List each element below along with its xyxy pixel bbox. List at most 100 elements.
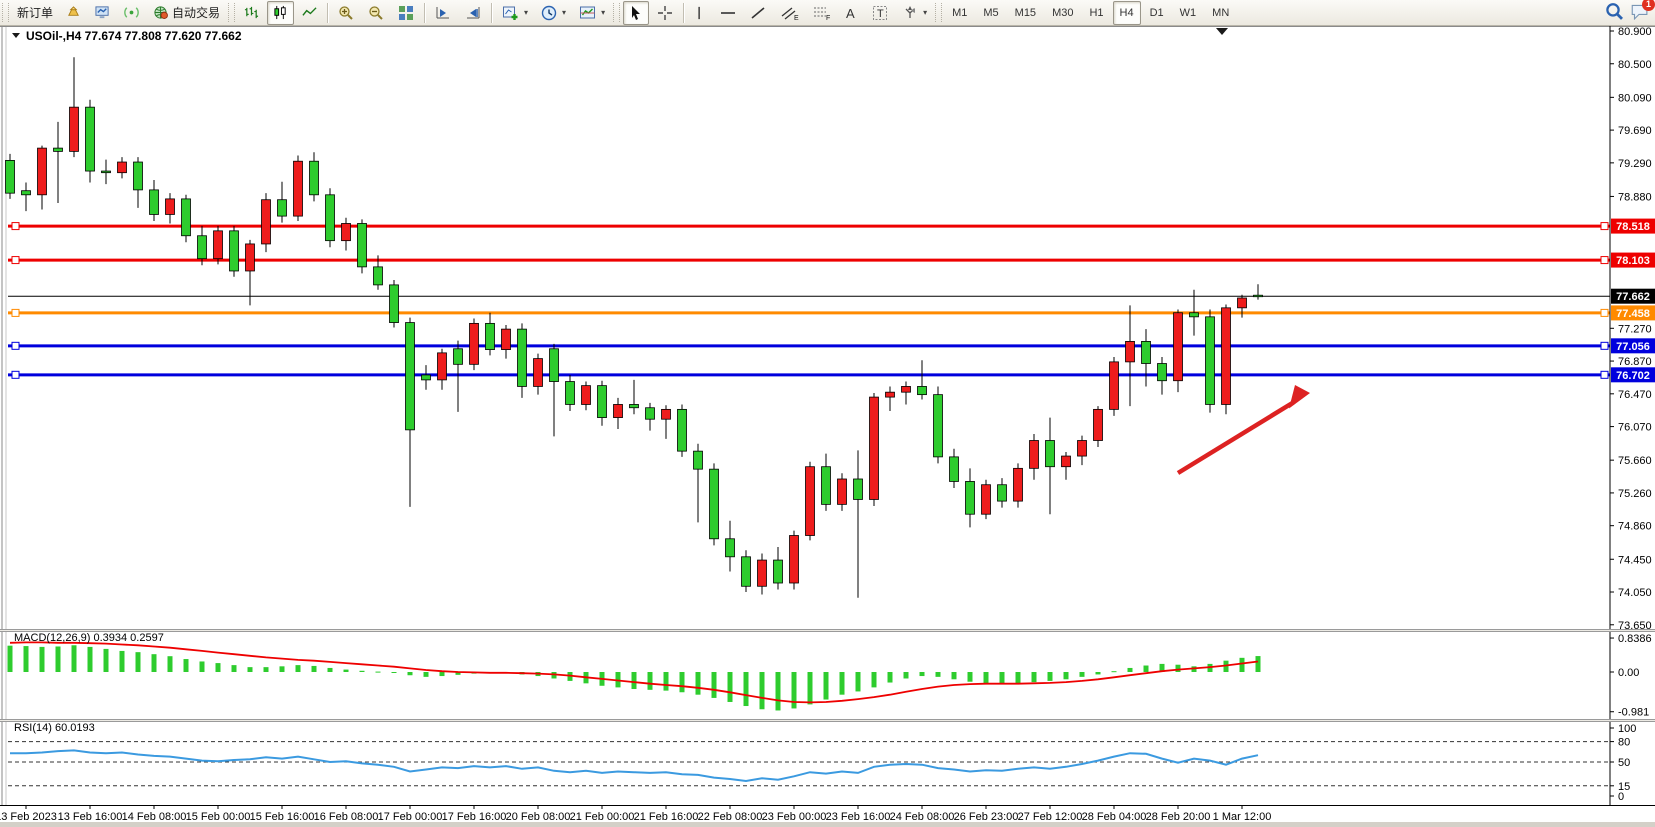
terminal-icon[interactable]: [89, 1, 116, 25]
macd-histogram-bar: [104, 649, 109, 672]
macd-histogram-bar: [1080, 672, 1085, 677]
line-chart-icon[interactable]: [296, 1, 323, 25]
time-tick-label: 21 Feb 00:00: [570, 811, 635, 823]
hline-anchor[interactable]: [1601, 309, 1608, 316]
svg-text:T: T: [877, 8, 884, 20]
candle-body: [166, 199, 175, 215]
candle-body: [662, 409, 671, 419]
hline-anchor[interactable]: [1601, 371, 1608, 378]
auto-trade-label: 自动交易: [172, 4, 220, 21]
fibonacci-icon[interactable]: F: [806, 1, 836, 25]
notification-badge: 1: [1642, 0, 1655, 11]
new-chart-icon[interactable]: ▾: [496, 1, 533, 25]
auto-trade-button[interactable]: 自动交易: [147, 1, 225, 25]
text-icon[interactable]: A: [838, 1, 864, 25]
macd-histogram-bar: [888, 672, 893, 683]
candle-body: [614, 404, 623, 417]
macd-histogram-bar: [728, 672, 733, 702]
macd-histogram-bar: [360, 671, 365, 672]
hline-anchor[interactable]: [12, 371, 19, 378]
channel-icon[interactable]: E: [774, 1, 804, 25]
candle-body: [390, 285, 399, 323]
macd-histogram-bar: [808, 672, 813, 704]
label-icon[interactable]: T: [866, 1, 894, 25]
macd-histogram-bar: [840, 672, 845, 695]
hline-anchor[interactable]: [1601, 223, 1608, 230]
price-tick-label: 76.470: [1618, 389, 1652, 401]
hline-anchor[interactable]: [12, 257, 19, 264]
timeframe-button-h4[interactable]: H4: [1113, 1, 1141, 25]
timeframe-button-m15[interactable]: M15: [1008, 1, 1043, 25]
macd-histogram-bar: [824, 672, 829, 700]
timeframe-button-w1[interactable]: W1: [1173, 1, 1204, 25]
candle-body: [470, 323, 479, 364]
hline-anchor[interactable]: [1601, 257, 1608, 264]
toolbar-drag-handle[interactable]: [2, 3, 9, 22]
candle-body: [38, 148, 47, 195]
candle-body: [902, 386, 911, 392]
time-tick-label: 26 Feb 23:00: [954, 811, 1019, 823]
macd-histogram-bar: [40, 647, 45, 672]
timeframe-button-m1[interactable]: M1: [945, 1, 974, 25]
macd-histogram-bar: [344, 670, 349, 672]
candle-body: [1222, 308, 1231, 405]
price-tick-label: 76.870: [1618, 356, 1652, 368]
hline-anchor[interactable]: [1601, 342, 1608, 349]
bars-chart-icon[interactable]: [238, 1, 265, 25]
candlestick-chart-icon[interactable]: [267, 1, 294, 25]
chart-shift-icon[interactable]: [429, 1, 457, 25]
macd-axis-label: -0.981: [1618, 707, 1649, 719]
toolbar-drag-handle[interactable]: [935, 3, 942, 22]
indicators-icon[interactable]: ▾: [573, 1, 610, 25]
signal-icon[interactable]: [118, 1, 145, 25]
macd-histogram-bar: [8, 646, 13, 672]
hline-anchor[interactable]: [12, 342, 19, 349]
zoom-in-icon[interactable]: [332, 1, 360, 25]
candle-body: [758, 560, 767, 586]
macd-axis-label: 0.8386: [1618, 633, 1652, 645]
toolbar-drag-handle[interactable]: [613, 3, 620, 22]
price-tick-label: 74.860: [1618, 521, 1652, 533]
macd-histogram-bar: [232, 665, 237, 672]
candle-body: [918, 386, 927, 394]
zoom-out-icon[interactable]: [362, 1, 390, 25]
tile-windows-icon[interactable]: [392, 1, 420, 25]
price-badge-label: 78.103: [1616, 255, 1650, 267]
gold-ingot-icon[interactable]: [60, 1, 87, 25]
search-icon[interactable]: [1603, 2, 1623, 23]
macd-histogram-bar: [1128, 668, 1133, 672]
auto-scroll-icon[interactable]: [459, 1, 487, 25]
timeframe-button-mn[interactable]: MN: [1205, 1, 1236, 25]
svg-text:F: F: [826, 15, 830, 21]
chat-icon[interactable]: 1: [1629, 2, 1649, 23]
macd-histogram-bar: [936, 672, 941, 677]
macd-histogram-bar: [1096, 672, 1101, 674]
cursor-icon[interactable]: [623, 1, 649, 25]
timeframe-button-m5[interactable]: M5: [976, 1, 1005, 25]
timeframe-button-m30[interactable]: M30: [1045, 1, 1080, 25]
toolbar-drag-handle[interactable]: [228, 3, 235, 22]
candle-body: [534, 359, 543, 387]
price-badge-label: 77.056: [1616, 341, 1650, 353]
crosshair-icon[interactable]: [651, 1, 679, 25]
timeframe-button-d1[interactable]: D1: [1143, 1, 1171, 25]
time-tick-label: 28 Feb 04:00: [1082, 811, 1147, 823]
hline-anchor[interactable]: [12, 309, 19, 316]
hline-anchor[interactable]: [12, 223, 19, 230]
candle-body: [1142, 341, 1151, 363]
new-order-button[interactable]: 新订单: [12, 1, 58, 25]
candle-body: [982, 485, 991, 514]
chart-canvas[interactable]: USOil-,H4 77.674 77.808 77.620 77.66280.…: [0, 0, 1655, 827]
vertical-line-icon[interactable]: [688, 1, 712, 25]
timeframe-button-h1[interactable]: H1: [1082, 1, 1110, 25]
horizontal-line-icon[interactable]: [714, 1, 742, 25]
candle-body: [486, 323, 495, 349]
candle-body: [310, 161, 319, 195]
price-tick-label: 79.690: [1618, 125, 1652, 137]
shapes-icon[interactable]: ▾: [896, 1, 932, 25]
clock-icon[interactable]: ▾: [535, 1, 571, 25]
trendline-icon[interactable]: [744, 1, 772, 25]
candle-body: [598, 386, 607, 418]
time-tick-label: 17 Feb 16:00: [442, 811, 507, 823]
macd-histogram-bar: [216, 663, 221, 672]
